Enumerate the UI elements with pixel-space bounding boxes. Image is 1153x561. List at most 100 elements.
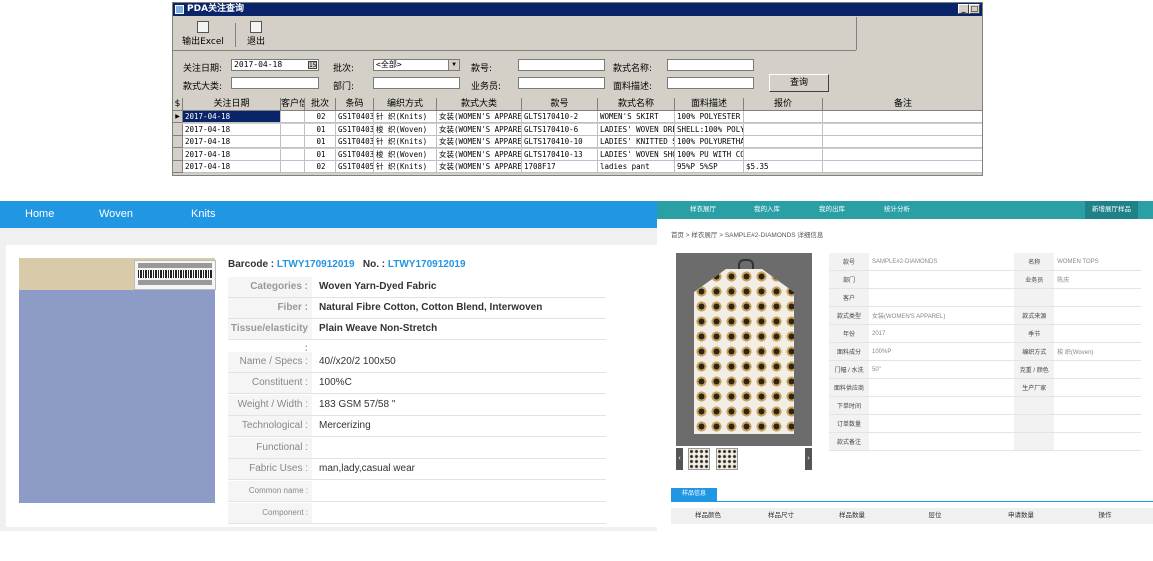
grid-cell[interactable] bbox=[744, 123, 823, 136]
column-header[interactable]: 款号 bbox=[522, 98, 598, 111]
grid-cell[interactable] bbox=[281, 161, 305, 173]
grid-row[interactable]: 2017-04-18 02GS1T040549针 织(Knits)女装(WOMEN… bbox=[173, 161, 982, 173]
grid-cell[interactable] bbox=[823, 161, 982, 173]
grid-cell[interactable] bbox=[281, 123, 305, 136]
grid-cell[interactable]: 01 bbox=[305, 123, 336, 136]
style-name-input[interactable] bbox=[667, 59, 754, 71]
column-header[interactable]: 备注 bbox=[823, 98, 982, 111]
column-header[interactable]: 客户信息 bbox=[281, 98, 305, 111]
style-no-input[interactable] bbox=[518, 59, 605, 71]
grid-cell[interactable]: GLTS170410-2 bbox=[522, 111, 598, 123]
grid-cell[interactable] bbox=[281, 136, 305, 148]
export-excel-button[interactable]: 输出Excel bbox=[181, 20, 225, 48]
grid-cell[interactable]: 01 bbox=[305, 136, 336, 148]
grid-cell[interactable]: 女装(WOMEN'S APPAREL) bbox=[437, 148, 522, 161]
grid-cell[interactable]: 2017-04-18 bbox=[183, 136, 281, 148]
grid-cell[interactable]: $5.35 bbox=[744, 161, 823, 173]
grid-cell[interactable]: 1708F17 bbox=[522, 161, 598, 173]
column-header[interactable]: 编织方式 bbox=[374, 98, 437, 111]
grid-cell[interactable]: GLTS170410-10 bbox=[522, 136, 598, 148]
grid-cell[interactable]: LADIES' WOVEN DRESS bbox=[598, 123, 675, 136]
grid-cell[interactable]: 梭 织(Woven) bbox=[374, 148, 437, 161]
add-sample-button[interactable]: 新增展厅样品 bbox=[1085, 201, 1138, 219]
grid-cell[interactable]: 女装(WOMEN'S APPAREL) bbox=[437, 161, 522, 173]
tab-sample-info[interactable]: 样品信息 bbox=[671, 488, 718, 501]
grid-cell[interactable] bbox=[281, 111, 305, 123]
query-button[interactable]: 查询 bbox=[769, 74, 829, 92]
chevron-left-icon[interactable]: ‹ bbox=[676, 448, 683, 470]
grid-cell[interactable]: 梭 织(Woven) bbox=[374, 123, 437, 136]
thumbnail[interactable] bbox=[688, 448, 710, 470]
swatch-tag bbox=[134, 260, 216, 290]
grid-cell[interactable]: 2017-04-18 bbox=[183, 111, 281, 123]
column-header[interactable]: 报价 bbox=[744, 98, 823, 111]
grid-row[interactable]: 2017-04-18 01GS1T040332梭 织(Woven)女装(WOMEN… bbox=[173, 148, 982, 161]
column-header[interactable]: 条码 bbox=[336, 98, 374, 111]
grid-cell[interactable] bbox=[823, 111, 982, 123]
nav-my-inbound[interactable]: 我的入库 bbox=[754, 201, 780, 219]
calendar-icon[interactable]: 15 bbox=[308, 61, 317, 69]
nav-home[interactable]: Home bbox=[25, 201, 54, 228]
grid-cell[interactable]: 针 织(Knits) bbox=[374, 111, 437, 123]
grid-cell[interactable]: 2017-04-18 bbox=[183, 148, 281, 161]
nav-statistics[interactable]: 统计分析 bbox=[884, 201, 910, 219]
minimize-icon[interactable]: _ bbox=[958, 4, 969, 14]
grid-cell[interactable]: 2017-04-18 bbox=[183, 123, 281, 136]
column-header[interactable]: 面料描述 bbox=[675, 98, 744, 111]
grid-cell[interactable] bbox=[823, 124, 982, 136]
grid-cell[interactable] bbox=[823, 149, 982, 161]
dept-input[interactable] bbox=[373, 77, 460, 89]
grid-cell[interactable]: GLTS170410-13 bbox=[522, 148, 598, 161]
column-header[interactable]: 款式名称 bbox=[598, 98, 675, 111]
grid-row[interactable]: ▶2017-04-18 02GS1T040313针 织(Knits)女装(WOME… bbox=[173, 111, 982, 123]
exit-button[interactable]: 退出 bbox=[243, 20, 269, 48]
grid-cell[interactable]: 02 bbox=[305, 161, 336, 173]
grid-cell[interactable]: 100% POLYESTER bbox=[675, 111, 744, 123]
grid-cell[interactable] bbox=[744, 136, 823, 148]
nav-showroom[interactable]: 样衣展厅 bbox=[690, 201, 716, 219]
grid-cell[interactable]: 95%P 5%SP bbox=[675, 161, 744, 173]
grid-row[interactable]: 2017-04-18 01GS1T040321梭 织(Woven)女装(WOMEN… bbox=[173, 123, 982, 136]
grid-cell[interactable]: GS1T040332 bbox=[336, 148, 374, 161]
grid-cell[interactable]: 02 bbox=[305, 111, 336, 123]
nav-knits[interactable]: Knits bbox=[191, 201, 215, 228]
grid-cell[interactable] bbox=[744, 111, 823, 123]
grid-row[interactable]: 2017-04-18 01GS1T040327针 织(Knits)女装(WOMEN… bbox=[173, 136, 982, 148]
grid-cell[interactable]: 100% PU WITH COATING bbox=[675, 148, 744, 161]
grid-cell[interactable]: 女装(WOMEN'S APPAREL) bbox=[437, 136, 522, 148]
grid-cell[interactable]: GS1T040321 bbox=[336, 123, 374, 136]
thumbnail[interactable] bbox=[716, 448, 738, 470]
grid-cell[interactable]: SHELL:100% POLY MESH, LINING:100% POLY bbox=[675, 123, 744, 136]
nav-my-outbound[interactable]: 我的出库 bbox=[819, 201, 845, 219]
grid-cell[interactable]: WOMEN'S SKIRT bbox=[598, 111, 675, 123]
grid-cell[interactable]: 2017-04-18 bbox=[183, 161, 281, 173]
date-input[interactable]: 2017-04-18 15 bbox=[231, 59, 319, 71]
column-header[interactable]: 款式大类 bbox=[437, 98, 522, 111]
grid-cell[interactable]: 女装(WOMEN'S APPAREL) bbox=[437, 111, 522, 123]
grid-cell[interactable]: GS1T040549 bbox=[336, 161, 374, 173]
grid-cell[interactable]: 针 织(Knits) bbox=[374, 161, 437, 173]
grid-cell[interactable]: LADIES' KNITTED SKIRT bbox=[598, 136, 675, 148]
grid-cell[interactable]: LADIES' WOVEN SHORTS bbox=[598, 148, 675, 161]
sales-input[interactable] bbox=[518, 77, 605, 89]
grid-cell[interactable]: GLTS170410-6 bbox=[522, 123, 598, 136]
grid-cell[interactable]: GS1T040313 bbox=[336, 111, 374, 123]
column-header[interactable]: 关注日期 bbox=[183, 98, 281, 111]
batch-select[interactable]: <全部> ▼ bbox=[373, 59, 460, 71]
grid-cell[interactable]: 100% POLYURETHANE bbox=[675, 136, 744, 148]
grid-cell[interactable] bbox=[823, 136, 982, 148]
grid-cell[interactable]: 针 织(Knits) bbox=[374, 136, 437, 148]
maximize-icon[interactable]: □ bbox=[969, 4, 980, 14]
category-input[interactable] bbox=[231, 77, 319, 89]
chevron-down-icon[interactable]: ▼ bbox=[448, 60, 459, 70]
grid-cell[interactable]: ladies pant bbox=[598, 161, 675, 173]
grid-cell[interactable]: GS1T040327 bbox=[336, 136, 374, 148]
grid-cell[interactable] bbox=[281, 148, 305, 161]
grid-cell[interactable]: 女装(WOMEN'S APPAREL) bbox=[437, 123, 522, 136]
fabric-desc-input[interactable] bbox=[667, 77, 754, 89]
column-header[interactable]: 批次 bbox=[305, 98, 336, 111]
grid-cell[interactable]: 01 bbox=[305, 148, 336, 161]
nav-woven[interactable]: Woven bbox=[99, 201, 133, 228]
chevron-right-icon[interactable]: › bbox=[805, 448, 812, 470]
grid-cell[interactable] bbox=[744, 148, 823, 161]
